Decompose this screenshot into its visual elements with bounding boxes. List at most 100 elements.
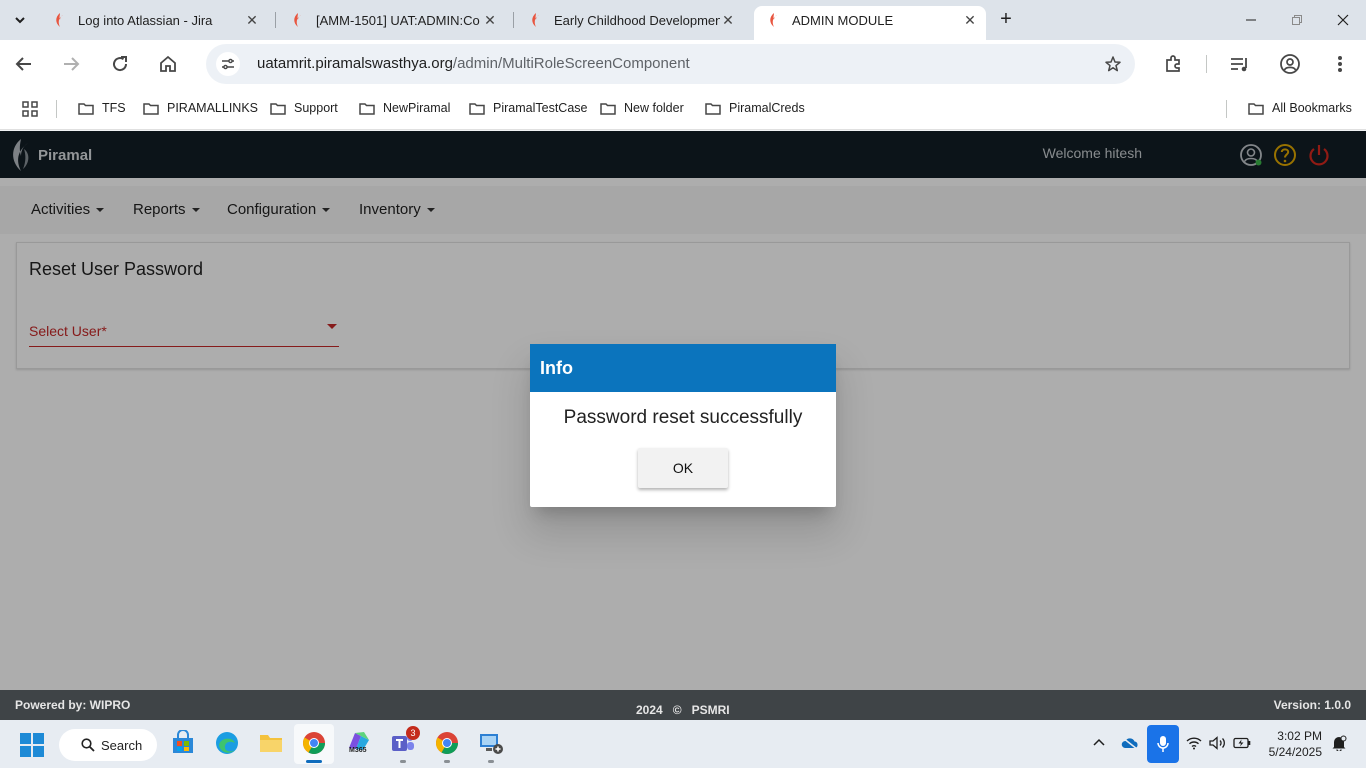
toolbar-separator — [1206, 55, 1207, 73]
bookmark-label: TFS — [102, 101, 126, 115]
chrome-icon[interactable] — [301, 730, 327, 756]
address-bar[interactable]: uatamrit.piramalswasthya.org/admin/Multi… — [206, 44, 1135, 84]
close-icon — [1337, 14, 1349, 26]
dialog-header: Info — [530, 344, 836, 392]
url-path: /admin/MultiRoleScreenComponent — [452, 55, 690, 72]
browser-tab-strip: Log into Atlassian - Jira ✕ [AMM-1501] U… — [0, 0, 1366, 40]
version-text: Version: 1.0.0 — [1273, 698, 1351, 712]
bookmark-folder-piramalcreds[interactable]: PiramalCreds — [705, 101, 805, 115]
onedrive-button[interactable] — [1121, 734, 1139, 752]
reload-icon — [113, 56, 128, 72]
close-icon[interactable]: ✕ — [482, 12, 498, 29]
tab-title: ADMIN MODULE — [792, 12, 894, 28]
info-dialog: Info Password reset successfully OK — [530, 344, 836, 507]
show-hidden-icons-button[interactable] — [1090, 734, 1108, 752]
bookmark-star-button[interactable] — [1103, 54, 1123, 74]
minimize-button[interactable] — [1228, 0, 1274, 40]
microphone-in-use-button[interactable] — [1147, 725, 1179, 763]
bookmark-label: PiramalCreds — [729, 101, 805, 115]
battery-button[interactable] — [1233, 734, 1251, 752]
bookmark-label: Support — [294, 101, 338, 115]
teams-app-button[interactable]: 3 — [390, 726, 420, 756]
speaker-icon — [1209, 736, 1225, 750]
active-app-indicator — [306, 760, 322, 763]
folder-icon — [469, 102, 485, 115]
minimize-icon — [1246, 19, 1256, 21]
media-control-button[interactable] — [1226, 50, 1254, 78]
reload-button[interactable] — [106, 50, 134, 78]
search-icon — [81, 738, 95, 752]
profile-button[interactable] — [1276, 50, 1304, 78]
back-button[interactable] — [10, 50, 38, 78]
restore-icon — [1292, 15, 1302, 25]
notification-bell-icon — [1332, 735, 1347, 751]
ok-button[interactable]: OK — [638, 448, 728, 488]
volume-button[interactable] — [1209, 734, 1227, 752]
bookmark-label: All Bookmarks — [1272, 101, 1352, 115]
arrow-left-icon — [15, 57, 31, 71]
taskbar-search[interactable]: Search — [59, 729, 157, 761]
tab-title: Early Childhood Developmen — [554, 12, 720, 28]
copyright-text: 2024 © PSMRI — [636, 703, 730, 717]
folder-icon — [1248, 102, 1264, 115]
running-app-indicator — [400, 760, 406, 763]
edge-browser-icon[interactable] — [214, 730, 240, 756]
playlist-icon — [1231, 58, 1247, 72]
site-info-button[interactable] — [216, 52, 240, 76]
microsoft-store-icon[interactable] — [170, 730, 196, 756]
bookmark-folder-piramaltestcase[interactable]: PiramalTestCase — [469, 101, 587, 115]
all-bookmarks-button[interactable]: All Bookmarks — [1248, 101, 1352, 115]
tab-separator — [275, 12, 276, 28]
tab-early-childhood[interactable]: Early Childhood Developmen ✕ — [516, 6, 744, 34]
bookmark-label: New folder — [624, 101, 684, 115]
copyright-year: 2024 — [636, 703, 663, 717]
battery-charging-icon — [1233, 737, 1251, 749]
home-button[interactable] — [154, 50, 182, 78]
close-icon[interactable]: ✕ — [720, 12, 736, 29]
bookmark-folder-newpiramal[interactable]: NewPiramal — [359, 101, 450, 115]
apps-grid-icon — [22, 101, 38, 117]
search-label: Search — [101, 737, 143, 753]
close-icon[interactable]: ✕ — [962, 12, 978, 29]
url-text[interactable]: uatamrit.piramalswasthya.org/admin/Multi… — [257, 55, 690, 72]
windows-taskbar: Search M365 3 3:02 PM 5/24/2025 — [0, 720, 1366, 768]
file-explorer-icon[interactable] — [258, 730, 284, 756]
app-footer: Powered by: WIPRO 2024 © PSMRI Version: … — [0, 690, 1366, 720]
remote-desktop-icon[interactable] — [478, 730, 504, 756]
new-tab-button[interactable]: + — [994, 8, 1018, 32]
bookmark-folder-tfs[interactable]: TFS — [78, 101, 126, 115]
tab-amm-1501[interactable]: [AMM-1501] UAT:ADMIN:Co ✕ — [278, 6, 506, 34]
forward-button[interactable] — [57, 50, 85, 78]
bookmarks-bar: TFS PIRAMALLINKS Support NewPiramal Pira… — [0, 88, 1366, 130]
bookmark-folder-new-folder[interactable]: New folder — [600, 101, 684, 115]
url-host: uatamrit.piramalswasthya.org — [257, 55, 453, 72]
bookmark-folder-support[interactable]: Support — [270, 101, 338, 115]
bookmark-folder-piramallinks[interactable]: PIRAMALLINKS — [143, 101, 258, 115]
notifications-button[interactable] — [1330, 734, 1348, 752]
tab-separator — [513, 12, 514, 28]
chevron-down-icon — [15, 17, 25, 24]
chrome-icon[interactable] — [434, 730, 460, 756]
apps-button[interactable] — [22, 101, 38, 122]
bookmark-separator — [56, 100, 57, 118]
start-button[interactable] — [20, 733, 44, 762]
wifi-icon — [1186, 737, 1202, 750]
restore-button[interactable] — [1274, 0, 1320, 40]
tab-search-button[interactable] — [8, 8, 32, 32]
close-icon[interactable]: ✕ — [244, 12, 260, 29]
extensions-button[interactable] — [1159, 50, 1187, 78]
piramal-favicon-icon — [56, 13, 63, 27]
tab-jira[interactable]: Log into Atlassian - Jira ✕ — [40, 6, 268, 34]
tab-admin-module[interactable]: ADMIN MODULE ✕ — [754, 6, 986, 40]
m365-app-button[interactable]: M365 — [346, 730, 372, 756]
bookmark-label: PiramalTestCase — [493, 101, 588, 115]
close-window-button[interactable] — [1320, 0, 1366, 40]
taskbar-clock[interactable]: 3:02 PM 5/24/2025 — [1269, 728, 1322, 760]
bookmark-separator — [1226, 100, 1227, 118]
microphone-icon — [1157, 736, 1169, 752]
wifi-button[interactable] — [1185, 734, 1203, 752]
powered-by-text: Powered by: WIPRO — [15, 698, 131, 712]
browser-menu-button[interactable] — [1326, 50, 1354, 78]
folder-icon — [143, 102, 159, 115]
piramal-favicon-icon — [770, 13, 777, 27]
